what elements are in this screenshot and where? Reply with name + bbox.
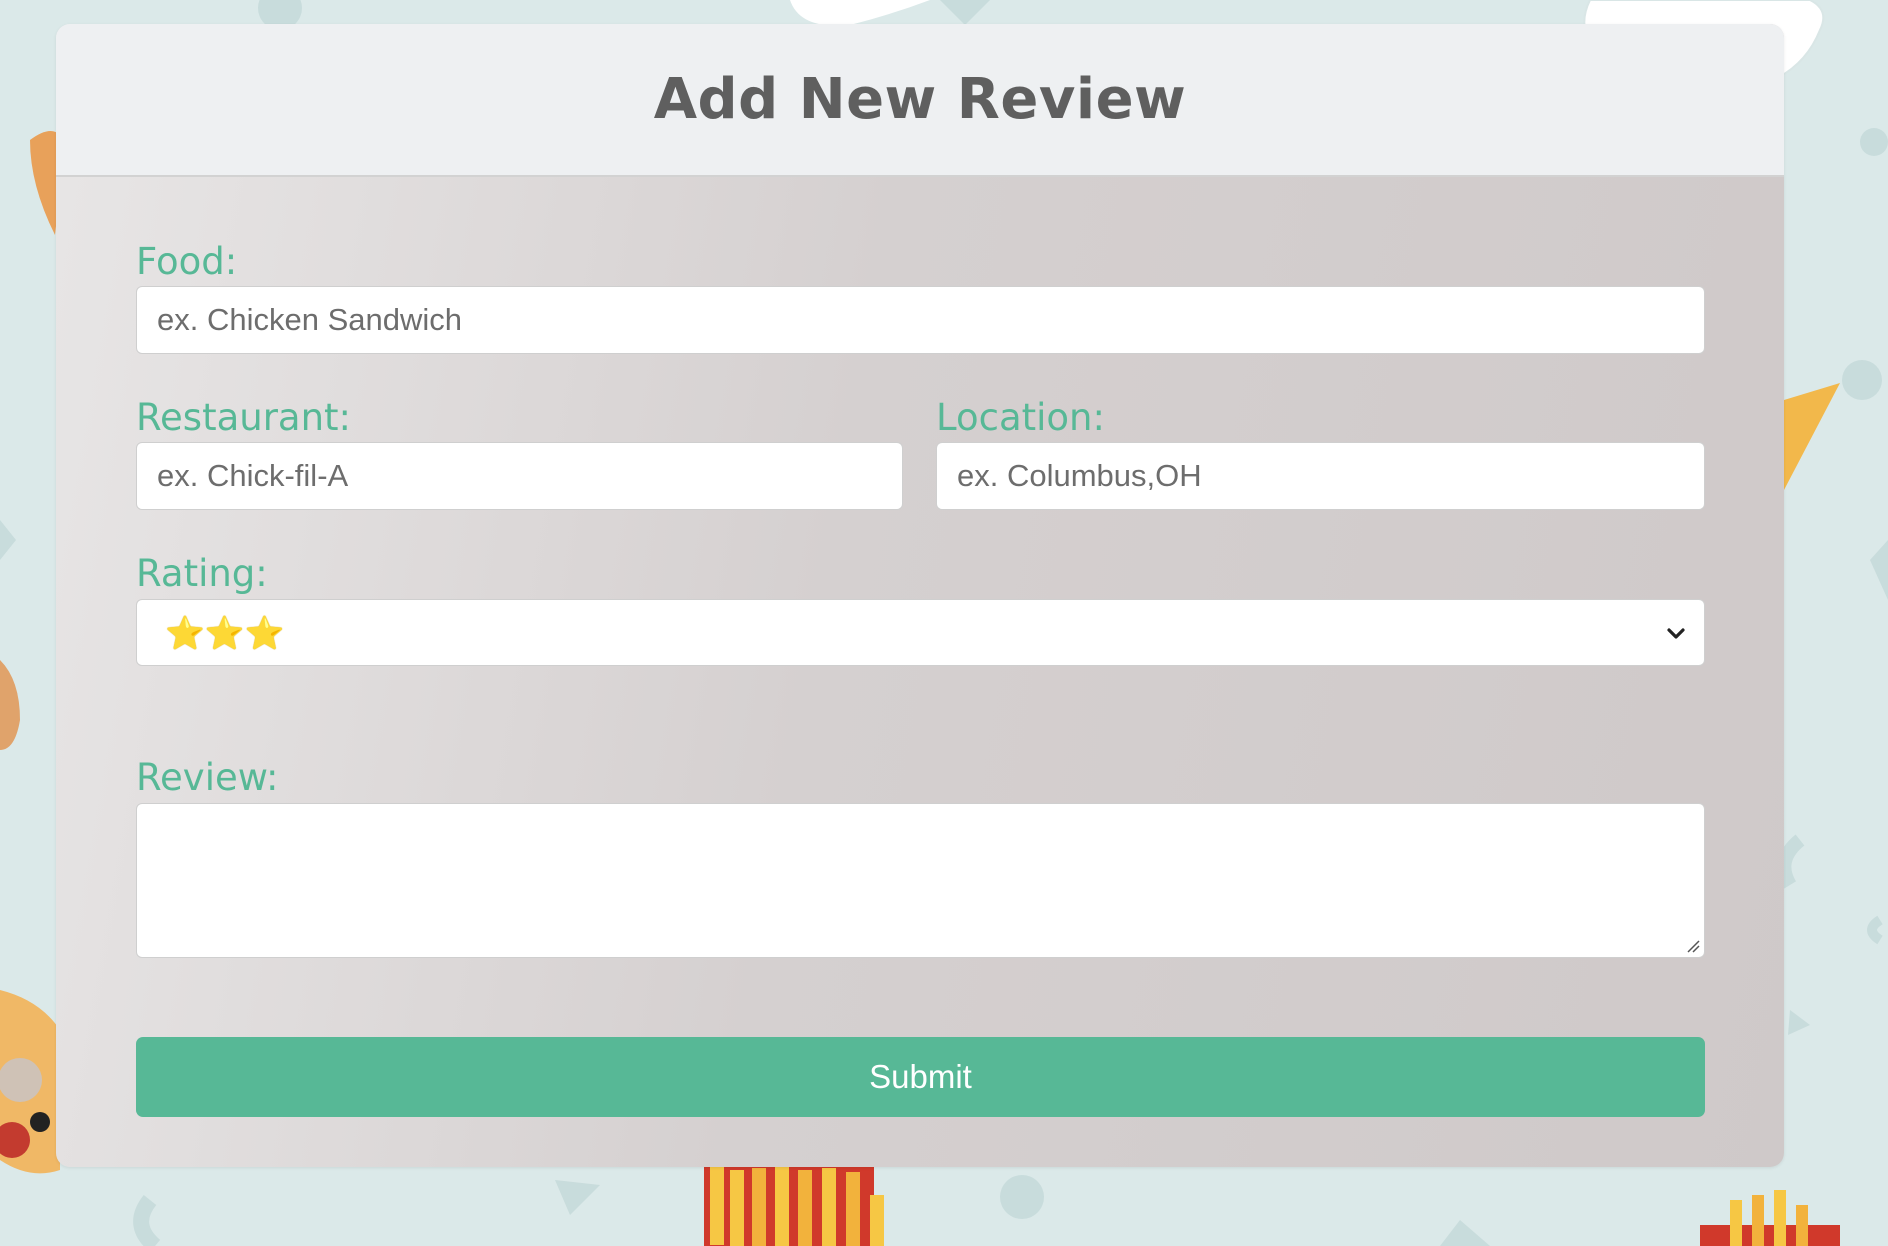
review-label: Review: bbox=[136, 756, 279, 799]
review-textarea[interactable] bbox=[136, 803, 1705, 958]
rating-select[interactable]: ⭐⭐⭐ bbox=[136, 599, 1705, 666]
submit-button[interactable]: Submit bbox=[136, 1037, 1705, 1117]
location-input[interactable] bbox=[936, 442, 1705, 510]
review-form-card: Add New Review Food: Restaurant: Locatio… bbox=[56, 24, 1784, 1167]
location-label: Location: bbox=[936, 396, 1105, 439]
resize-grip-icon[interactable] bbox=[1684, 937, 1700, 953]
chevron-down-icon bbox=[1667, 627, 1685, 639]
rating-selected-value: ⭐⭐⭐ bbox=[165, 614, 285, 651]
restaurant-input[interactable] bbox=[136, 442, 903, 510]
food-input[interactable] bbox=[136, 286, 1705, 354]
rating-label: Rating: bbox=[136, 552, 268, 595]
restaurant-label: Restaurant: bbox=[136, 396, 352, 439]
page-title: Add New Review bbox=[653, 67, 1187, 132]
food-label: Food: bbox=[136, 240, 238, 283]
card-header: Add New Review bbox=[56, 24, 1784, 177]
